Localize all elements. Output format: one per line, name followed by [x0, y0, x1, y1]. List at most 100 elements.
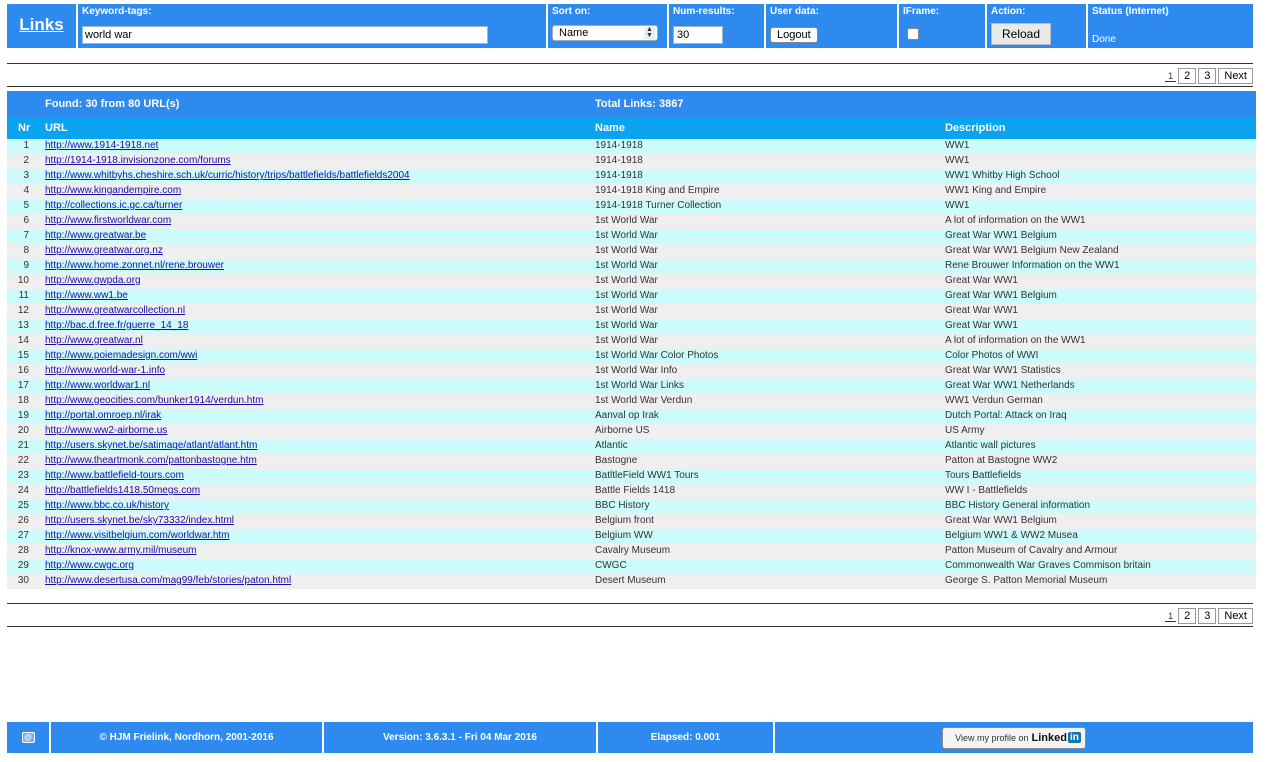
row-url-link[interactable]: http://knox-www.army.mil/museum: [45, 545, 197, 556]
row-number: 9: [23, 260, 29, 271]
footer-bar: @ © HJM Frielink, Nordhorn, 2001-2016 Ve…: [7, 722, 1253, 753]
table-row: 26 http://users.skynet.be/sky73332/index.…: [7, 514, 1256, 529]
row-description: A lot of information on the WW1: [945, 335, 1086, 346]
pager-page-2-button[interactable]: 2: [1178, 68, 1197, 84]
row-url-link[interactable]: http://users.skynet.be/sky73332/index.ht…: [45, 515, 234, 526]
row-description: US Army: [945, 425, 985, 436]
column-header-description: Description: [945, 122, 1006, 134]
row-name: Belgium WW: [595, 530, 653, 541]
status-label: Status (Internet): [1092, 6, 1169, 17]
table-row: 19 http://portal.omroep.nl/irak Aanval op …: [7, 409, 1256, 424]
row-url-link[interactable]: http://www.greatwar.nl: [45, 335, 143, 346]
linkedin-wordmark: Linked: [1031, 731, 1067, 744]
pager-current-page: 1: [1165, 611, 1177, 622]
iframe-checkbox[interactable]: [907, 28, 919, 40]
user-data-label: User data:: [770, 6, 819, 17]
sort-select[interactable]: Name ▲ ▼: [552, 25, 658, 41]
row-url-link[interactable]: http://www.greatwar.org.nz: [45, 245, 163, 256]
column-header-row: Nr URL Name Description: [7, 118, 1256, 139]
logo-cell: Links: [7, 4, 78, 48]
linkedin-caption: View my profile on: [955, 732, 1029, 743]
row-url-link[interactable]: http://www.cwgc.org: [45, 560, 134, 571]
row-name: 1st World War: [595, 260, 658, 271]
row-url-link[interactable]: http://www.greatwarcollection.nl: [45, 305, 185, 316]
row-name: Bastogne: [595, 455, 638, 466]
logout-button[interactable]: Logout: [770, 27, 818, 43]
row-url-link[interactable]: http://www.whitbyhs.cheshire.sch.uk/curr…: [45, 170, 410, 181]
row-url-link[interactable]: http://www.visitbelgium.com/worldwar.htm: [45, 530, 230, 541]
row-number: 2: [23, 155, 29, 166]
row-url-link[interactable]: http://www.worldwar1.nl: [45, 380, 150, 391]
row-description: George S. Patton Memorial Museum: [945, 575, 1108, 586]
row-name: BBC History: [595, 500, 650, 511]
table-row: 4 http://www.kingandempire.com 1914-1918 K…: [7, 184, 1256, 199]
pager-page-2-button[interactable]: 2: [1178, 608, 1197, 624]
row-number: 11: [18, 290, 29, 301]
row-name: 1st World War: [595, 335, 658, 346]
table-row: 20 http://www.ww2-airborne.us Airborne US U…: [7, 424, 1256, 439]
row-description: Great War WW1: [945, 275, 1018, 286]
pager-page-3-button[interactable]: 3: [1198, 608, 1217, 624]
row-url-link[interactable]: http://collections.ic.gc.ca/turner: [45, 200, 182, 211]
row-number: 15: [17, 350, 29, 361]
pager-page-3-button[interactable]: 3: [1198, 68, 1217, 84]
row-name: 1st World War: [595, 230, 658, 241]
row-url-link[interactable]: http://www.firstworldwar.com: [45, 215, 171, 226]
row-url-link[interactable]: http://users.skynet.be/satimage/atlant/a…: [45, 440, 257, 451]
row-number: 13: [17, 320, 29, 331]
row-description: WW1 Verdun German: [945, 395, 1043, 406]
row-url-link[interactable]: http://portal.omroep.nl/irak: [45, 410, 161, 421]
table-row: 24 http://battlefields1418.50megs.com Batt…: [7, 484, 1256, 499]
logo-link[interactable]: Links: [19, 15, 63, 35]
row-number: 3: [23, 170, 29, 181]
row-url-link[interactable]: http://1914-1918.invisionzone.com/forums: [45, 155, 231, 166]
sort-selected-value: Name: [559, 27, 589, 39]
row-name: 1914-1918: [595, 140, 643, 151]
row-url-link[interactable]: http://www.bbc.co.uk/history: [45, 500, 169, 511]
row-description: BBC History General information: [945, 500, 1091, 511]
row-url-link[interactable]: http://www.ww2-airborne.us: [45, 425, 167, 436]
row-name: Airborne US: [595, 425, 650, 436]
divider-bottom: [7, 603, 1253, 604]
table-row: 6 http://www.firstworldwar.com 1st World W…: [7, 214, 1256, 229]
row-url-link[interactable]: http://www.world-war-1.info: [45, 365, 165, 376]
mail-icon[interactable]: @: [21, 732, 35, 743]
table-row: 7 http://www.greatwar.be 1st World War Grea…: [7, 229, 1256, 244]
column-header-nr: Nr: [18, 122, 31, 134]
row-number: 24: [17, 485, 29, 496]
num-results-input[interactable]: [673, 26, 723, 44]
pager-next-button[interactable]: Next: [1218, 608, 1253, 624]
pager-next-button[interactable]: Next: [1218, 68, 1253, 84]
row-url-link[interactable]: http://www.desertusa.com/mag99/feb/stori…: [45, 575, 291, 586]
row-description: Great War WW1: [945, 305, 1018, 316]
row-url-link[interactable]: http://battlefields1418.50megs.com: [45, 485, 200, 496]
row-name: 1914-1918 Turner Collection: [595, 200, 722, 211]
row-url-link[interactable]: http://www.kingandempire.com: [45, 185, 181, 196]
reload-button[interactable]: Reload: [991, 23, 1052, 45]
row-url-link[interactable]: http://www.theartmonk.com/pattonbastogne…: [45, 455, 257, 466]
row-url-link[interactable]: http://www.battlefield-tours.com: [45, 470, 184, 481]
linkedin-profile-button[interactable]: View my profile on Linked in: [942, 726, 1086, 749]
row-url-link[interactable]: http://www.greatwar.be: [45, 230, 146, 241]
table-row: 3 http://www.whitbyhs.cheshire.sch.uk/cur…: [7, 169, 1256, 184]
row-url-link[interactable]: http://www.1914-1918.net: [45, 140, 158, 151]
row-url-link[interactable]: http://www.geocities.com/bunker1914/verd…: [45, 395, 263, 406]
row-description: Great War WW1 Belgium New Zealand: [945, 245, 1119, 256]
row-number: 6: [23, 215, 29, 226]
row-number: 23: [17, 470, 29, 481]
pager-bottom: 1 2 3 Next: [1165, 608, 1253, 624]
row-url-link[interactable]: http://www.home.zonnet.nl/rene.brouwer: [45, 260, 224, 271]
row-name: 1st World War Info: [595, 365, 678, 376]
action-label: Action:: [991, 6, 1026, 17]
row-number: 26: [17, 515, 29, 526]
row-url-link[interactable]: http://www.ww1.be: [45, 290, 128, 301]
row-name: Battle Fields 1418: [595, 485, 676, 496]
row-description: WW1: [945, 140, 970, 151]
keyword-input[interactable]: [82, 26, 488, 44]
row-url-link[interactable]: http://www.gwpda.org: [45, 275, 141, 286]
footer-linkedin-cell: View my profile on Linked in: [775, 722, 1253, 753]
row-url-link[interactable]: http://www.poiemadesign.com/wwi: [45, 350, 197, 361]
row-url-link[interactable]: http://bac.d.free.fr/guerre_14_18: [45, 320, 188, 331]
table-row: 22 http://www.theartmonk.com/pattonbastog…: [7, 454, 1256, 469]
table-row: 30 http://www.desertusa.com/mag99/feb/sto…: [7, 574, 1256, 589]
